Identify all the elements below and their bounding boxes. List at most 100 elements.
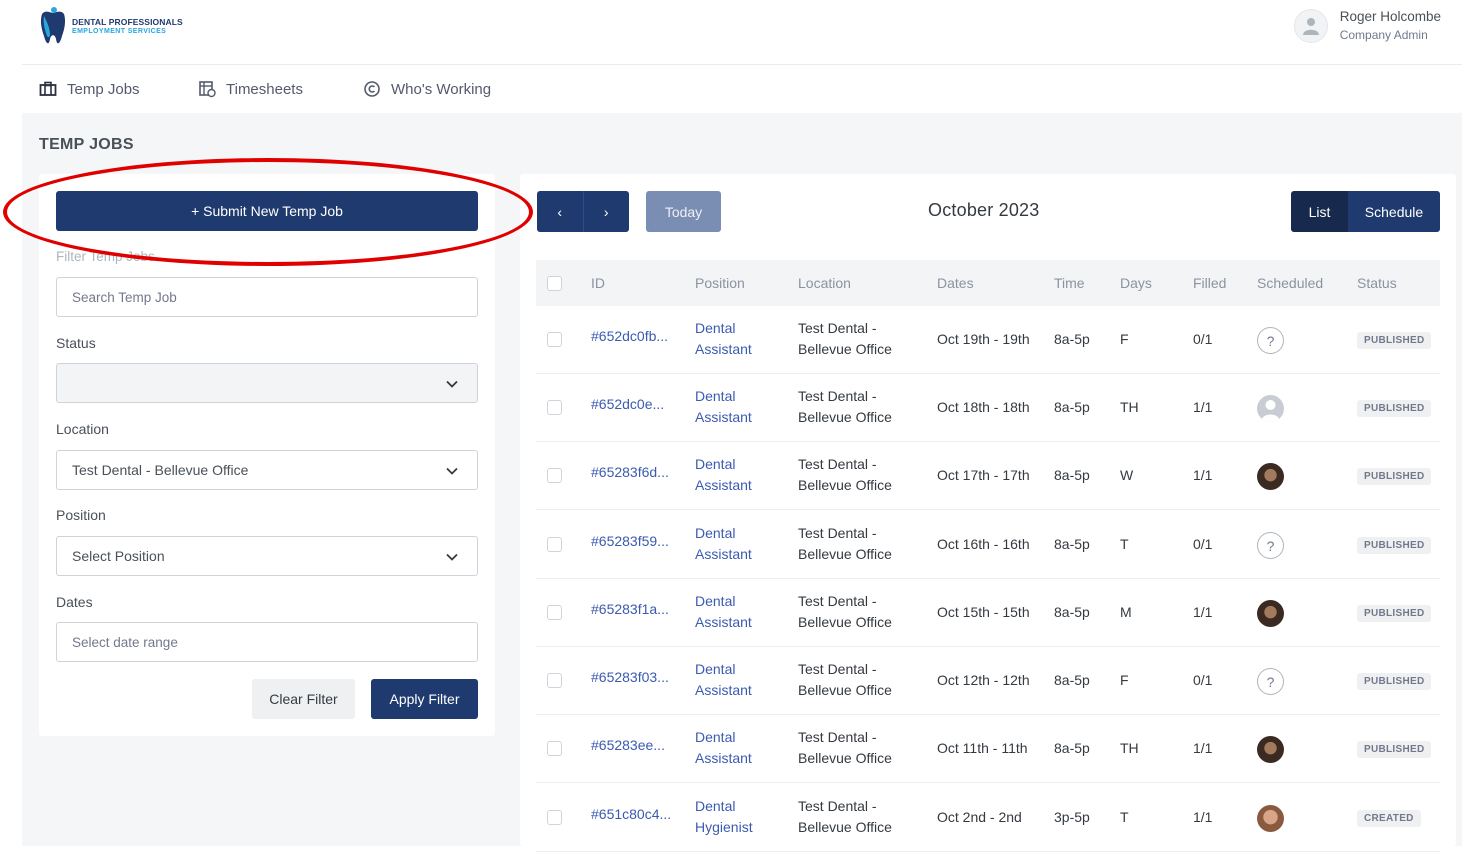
table-row[interactable]: #652dc0fb... Dental Assistant Test Dental -… [536, 306, 1440, 374]
position-link[interactable]: Dental Hygienist [695, 796, 753, 838]
position-link[interactable]: Dental Assistant [695, 386, 752, 428]
scheduled-worker-avatar[interactable] [1257, 805, 1284, 832]
position-line2: Assistant [695, 341, 752, 357]
col-scheduled[interactable]: Scheduled [1257, 275, 1323, 291]
row-checkbox[interactable] [547, 537, 562, 552]
status-badge: PUBLISHED [1357, 332, 1432, 349]
table-row[interactable]: #65283ee... Dental Assistant Test Dental - B… [536, 715, 1440, 783]
col-filled[interactable]: Filled [1193, 275, 1226, 291]
col-time[interactable]: Time [1054, 275, 1085, 291]
row-checkbox[interactable] [547, 468, 562, 483]
job-id-link[interactable]: #652dc0e... [591, 396, 664, 412]
dates-label: Dates [56, 594, 93, 610]
nav-whos-working-label: Who's Working [391, 80, 492, 98]
job-id-link[interactable]: #65283f6d... [591, 464, 669, 480]
table-row[interactable]: #65283f59... Dental Assistant Test Dental -… [536, 511, 1440, 579]
col-position[interactable]: Position [695, 275, 745, 291]
days-cell: T [1120, 536, 1129, 552]
col-dates[interactable]: Dates [937, 275, 974, 291]
schedule-view-button[interactable]: Schedule [1348, 191, 1440, 232]
user-menu[interactable]: Roger Holcombe Company Admin [1293, 8, 1441, 44]
position-line2: Assistant [695, 614, 752, 630]
job-id-link[interactable]: #65283ee... [591, 737, 665, 753]
user-role: Company Admin [1339, 28, 1428, 42]
position-select[interactable]: Select Position [56, 536, 478, 576]
brand-tagline: EMPLOYMENT SERVICES [72, 28, 167, 35]
position-link[interactable]: Dental Assistant [695, 659, 752, 701]
location-cell: Test Dental - Bellevue Office [798, 386, 892, 428]
days-cell: W [1120, 467, 1134, 483]
scheduled-worker-avatar[interactable] [1257, 600, 1284, 627]
table-row[interactable]: #65283f03... Dental Assistant Test Dental -… [536, 647, 1440, 715]
clear-filter-button[interactable]: Clear Filter [252, 679, 355, 719]
location-select[interactable]: Test Dental - Bellevue Office [56, 450, 478, 490]
user-avatar[interactable] [1293, 9, 1328, 43]
submit-new-temp-job-button[interactable]: + Submit New Temp Job [56, 191, 478, 231]
nav-timesheets[interactable]: Timesheets [198, 80, 303, 98]
dates-cell: Oct 16th - 16th [937, 536, 1030, 552]
nav-whos-working[interactable]: Who's Working [363, 80, 491, 98]
unassigned-question-icon[interactable]: ? [1257, 327, 1284, 354]
dates-cell: Oct 15th - 15th [937, 604, 1030, 620]
days-cell: T [1120, 809, 1129, 825]
days-cell: TH [1120, 740, 1139, 756]
select-all-checkbox[interactable] [547, 276, 562, 291]
filled-cell: 1/1 [1193, 399, 1213, 415]
position-link[interactable]: Dental Assistant [695, 591, 752, 633]
table-row[interactable]: #65283f6d... Dental Assistant Test Dental -… [536, 442, 1440, 510]
col-id[interactable]: ID [591, 275, 605, 291]
job-id-link[interactable]: #651c80c4... [591, 806, 671, 822]
unassigned-question-icon[interactable]: ? [1257, 532, 1284, 559]
position-link[interactable]: Dental Assistant [695, 454, 752, 496]
prev-month-button[interactable]: ‹ [537, 191, 583, 232]
filled-cell: 1/1 [1193, 809, 1213, 825]
position-link[interactable]: Dental Assistant [695, 318, 752, 360]
position-link[interactable]: Dental Assistant [695, 523, 752, 565]
position-link[interactable]: Dental Assistant [695, 727, 752, 769]
position-line2: Assistant [695, 546, 752, 562]
list-view-button[interactable]: List [1291, 191, 1348, 232]
job-id-link[interactable]: #65283f1a... [591, 601, 669, 617]
date-range-input[interactable]: Select date range [56, 622, 478, 662]
location-line2: Bellevue Office [798, 819, 892, 835]
location-cell: Test Dental - Bellevue Office [798, 591, 892, 633]
company-logo[interactable]: DENTAL PROFESSIONALS EMPLOYMENT SERVICES [38, 6, 183, 48]
status-badge: PUBLISHED [1357, 673, 1432, 690]
scheduled-worker-avatar[interactable] [1257, 463, 1284, 490]
col-days[interactable]: Days [1120, 275, 1152, 291]
location-cell: Test Dental - Bellevue Office [798, 523, 892, 565]
row-checkbox[interactable] [547, 741, 562, 756]
filled-cell: 0/1 [1193, 536, 1213, 552]
next-month-button[interactable]: › [584, 191, 630, 232]
unassigned-question-icon[interactable]: ? [1257, 668, 1284, 695]
job-id-link[interactable]: #652dc0fb... [591, 328, 668, 344]
row-checkbox[interactable] [547, 400, 562, 415]
row-checkbox[interactable] [547, 810, 562, 825]
status-select[interactable] [56, 363, 478, 403]
row-checkbox[interactable] [547, 673, 562, 688]
timesheet-icon [199, 81, 216, 98]
scheduled-worker-avatar[interactable] [1257, 736, 1284, 763]
job-id-link[interactable]: #65283f59... [591, 533, 669, 549]
apply-filter-button[interactable]: Apply Filter [371, 679, 478, 719]
dates-cell: Oct 2nd - 2nd [937, 809, 1022, 825]
table-row[interactable]: #65283f1a... Dental Assistant Test Dental -… [536, 579, 1440, 647]
row-checkbox[interactable] [547, 332, 562, 347]
today-button[interactable]: Today [646, 191, 721, 232]
table-row[interactable]: #651c80c4... Dental Hygienist Test Dental -… [536, 784, 1440, 852]
table-row[interactable]: #652dc0e... Dental Assistant Test Dental - B… [536, 374, 1440, 442]
row-checkbox[interactable] [547, 605, 562, 620]
location-cell: Test Dental - Bellevue Office [798, 796, 892, 838]
col-status[interactable]: Status [1357, 275, 1397, 291]
location-cell: Test Dental - Bellevue Office [798, 454, 892, 496]
search-temp-job-input[interactable]: Search Temp Job [56, 277, 478, 317]
nav-timesheets-label: Timesheets [226, 80, 303, 98]
job-id-link[interactable]: #65283f03... [591, 669, 669, 685]
col-location[interactable]: Location [798, 275, 851, 291]
default-avatar-icon[interactable] [1257, 395, 1284, 422]
filled-cell: 1/1 [1193, 467, 1213, 483]
nav-temp-jobs[interactable]: Temp Jobs [39, 80, 140, 98]
location-line1: Test Dental - [798, 593, 877, 609]
days-cell: F [1120, 331, 1129, 347]
main-nav: Temp Jobs Timesheets Who's Working [22, 65, 1462, 113]
